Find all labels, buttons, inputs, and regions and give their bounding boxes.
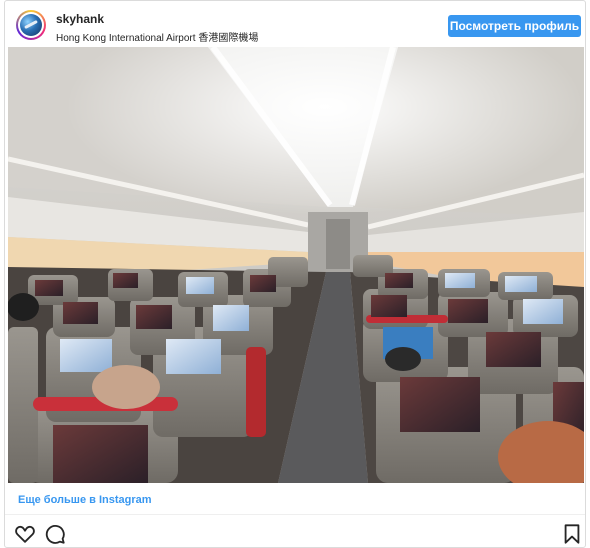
airplane-cabin-image [8, 47, 584, 483]
more-on-instagram-link[interactable]: Еще больше в Instagram [18, 494, 152, 506]
view-profile-button[interactable]: Посмотреть профиль [448, 15, 581, 37]
instagram-embed-card: skyhank Hong Kong International Airport … [4, 0, 586, 548]
post-header: skyhank Hong Kong International Airport … [5, 1, 585, 47]
divider [5, 514, 585, 515]
comment-icon[interactable] [44, 523, 66, 545]
location[interactable]: Hong Kong International Airport 香港國際機場 [56, 29, 258, 44]
avatar[interactable] [16, 10, 46, 40]
heart-icon[interactable] [14, 523, 36, 545]
post-photo[interactable] [8, 47, 584, 483]
avatar-ring [18, 12, 44, 38]
bookmark-icon[interactable] [561, 523, 583, 545]
avatar-image [20, 14, 42, 36]
username[interactable]: skyhank [56, 12, 104, 26]
